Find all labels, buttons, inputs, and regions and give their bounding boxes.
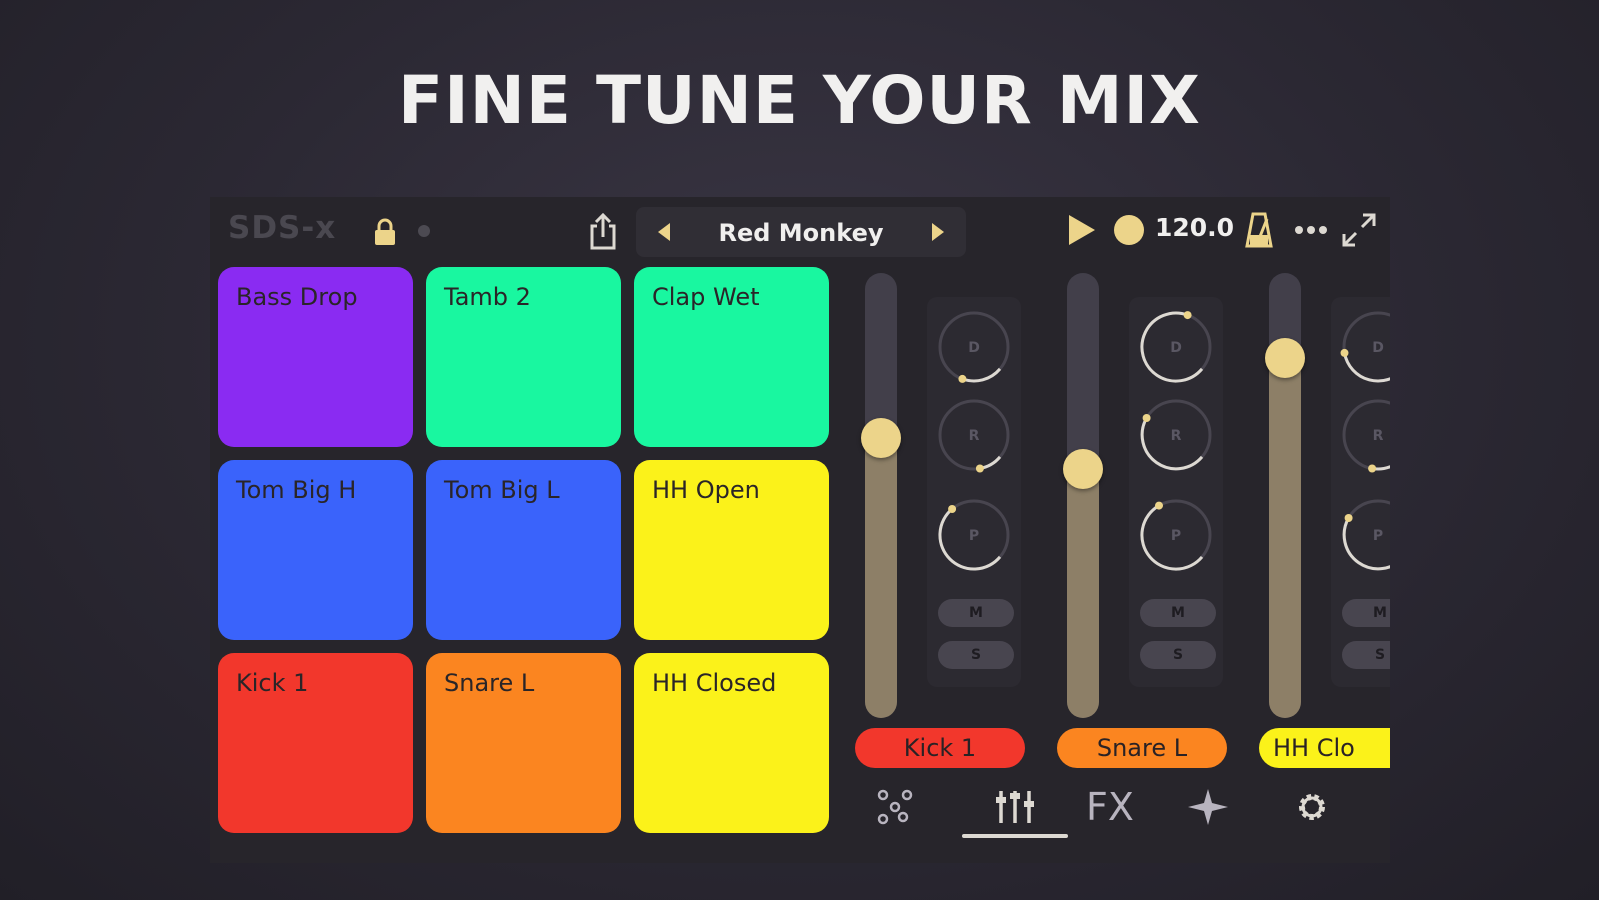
headline: FINE TUNE YOUR MIX [398, 62, 1201, 139]
knob-d[interactable]: D [936, 309, 1012, 385]
tab-mixer[interactable] [985, 782, 1045, 832]
mute-button[interactable]: M [938, 599, 1014, 627]
channel-strip-hh-clo: D R P MS [1331, 297, 1390, 687]
knob-p[interactable]: P [1340, 497, 1390, 573]
kit-selector: Red Monkey [636, 207, 966, 257]
next-kit-arrow-icon[interactable] [922, 217, 952, 247]
tab-sequencer[interactable] [1178, 782, 1238, 832]
knob-label: P [1373, 528, 1383, 544]
pad-hh-closed[interactable]: HH Closed [634, 653, 829, 833]
knob-label: D [1372, 340, 1384, 356]
knob-label: D [968, 340, 980, 356]
solo-button[interactable]: S [1140, 641, 1216, 669]
play-icon[interactable] [1064, 211, 1098, 249]
knob-r[interactable]: R [936, 397, 1012, 473]
share-icon[interactable] [586, 211, 620, 251]
solo-button[interactable]: S [938, 641, 1014, 669]
gear-icon [1299, 794, 1325, 820]
lock-icon[interactable] [372, 217, 398, 247]
fader-thumb[interactable] [1063, 449, 1103, 489]
knob-label: R [969, 428, 980, 444]
more-icon[interactable] [1290, 215, 1332, 245]
app-window: SDS-x Red Monkey 120.0 Bass Drop Tamb 2 … [210, 197, 1390, 863]
fader-thumb[interactable] [1265, 338, 1305, 378]
pad-hh-open[interactable]: HH Open [634, 460, 829, 640]
pad-label: HH Closed [652, 669, 777, 697]
fader-fill [865, 438, 897, 718]
tab-settings[interactable] [1282, 782, 1342, 832]
status-dot [418, 225, 430, 237]
channel-label-hh-clo[interactable]: HH Clo [1259, 728, 1390, 768]
channel-label-kick-1[interactable]: Kick 1 [855, 728, 1025, 768]
knob-label: D [1170, 340, 1182, 356]
pad-snare-l[interactable]: Snare L [426, 653, 621, 833]
pad-label: HH Open [652, 476, 760, 504]
knob-label: R [1373, 428, 1384, 444]
fader-thumb[interactable] [861, 418, 901, 458]
pad-label: Bass Drop [236, 283, 358, 311]
knob-label: P [969, 528, 979, 544]
pad-label: Tom Big L [444, 476, 560, 504]
solo-button[interactable]: S [1342, 641, 1390, 669]
channel-label-snare-l[interactable]: Snare L [1057, 728, 1227, 768]
mute-button[interactable]: M [1140, 599, 1216, 627]
knob-p[interactable]: P [936, 497, 1012, 573]
tab-pads[interactable] [865, 782, 925, 832]
volume-fader-snare-l[interactable] [1067, 273, 1099, 718]
sparkle-icon [1188, 789, 1228, 825]
metronome-icon[interactable] [1244, 211, 1274, 249]
tab-fx[interactable]: FX [1080, 782, 1140, 832]
knob-r[interactable]: R [1340, 397, 1390, 473]
knob-d[interactable]: D [1340, 309, 1390, 385]
active-tab-indicator [962, 834, 1068, 838]
pad-label: Tamb 2 [444, 283, 531, 311]
bpm-value[interactable]: 120.0 [1155, 213, 1234, 242]
pad-bass-drop[interactable]: Bass Drop [218, 267, 413, 447]
pad-clap-wet[interactable]: Clap Wet [634, 267, 829, 447]
pad-label: Clap Wet [652, 283, 760, 311]
pads-dots-icon [877, 789, 913, 825]
volume-fader-kick-1[interactable] [865, 273, 897, 718]
pad-tamb-2[interactable]: Tamb 2 [426, 267, 621, 447]
pad-label: Tom Big H [236, 476, 357, 504]
knob-d[interactable]: D [1138, 309, 1214, 385]
knob-p[interactable]: P [1138, 497, 1214, 573]
channel-strip-kick-1: D R P MS [927, 297, 1021, 687]
pad-kick-1[interactable]: Kick 1 [218, 653, 413, 833]
knob-label: R [1171, 428, 1182, 444]
pad-tom-big-h[interactable]: Tom Big H [218, 460, 413, 640]
app-logo: SDS-x [228, 210, 337, 246]
mute-button[interactable]: M [1342, 599, 1390, 627]
mixer-sliders-icon [996, 791, 1034, 823]
pad-label: Snare L [444, 669, 535, 697]
top-bar: SDS-x Red Monkey 120.0 [210, 197, 1390, 263]
fader-fill [1067, 469, 1099, 718]
knob-label: P [1171, 528, 1181, 544]
knob-r[interactable]: R [1138, 397, 1214, 473]
pad-tom-big-l[interactable]: Tom Big L [426, 460, 621, 640]
fader-fill [1269, 358, 1301, 718]
kit-name[interactable]: Red Monkey [686, 219, 916, 247]
record-button[interactable] [1114, 215, 1144, 245]
previous-kit-arrow-icon[interactable] [650, 217, 680, 247]
pad-label: Kick 1 [236, 669, 309, 697]
channel-strip-snare-l: D R P MS [1129, 297, 1223, 687]
expand-icon[interactable] [1340, 211, 1378, 249]
